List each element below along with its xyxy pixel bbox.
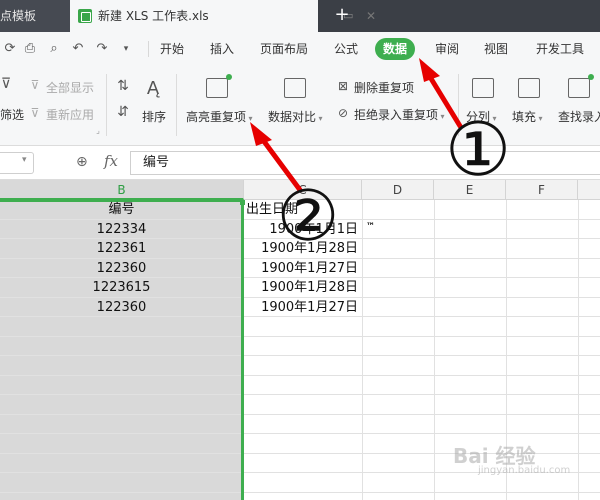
annotation-number-two: ② [276, 175, 340, 257]
watermark-url: jingyan.baidu.com [478, 465, 571, 476]
wps-spreadsheet-window: 点模板 新建 XLS 工作表.xls ▭ ✕ + ⟳ ⎙ ⌕ ↶ ↷ ▾ 开始 … [0, 0, 600, 500]
annotation-number-one: ① [444, 107, 512, 193]
